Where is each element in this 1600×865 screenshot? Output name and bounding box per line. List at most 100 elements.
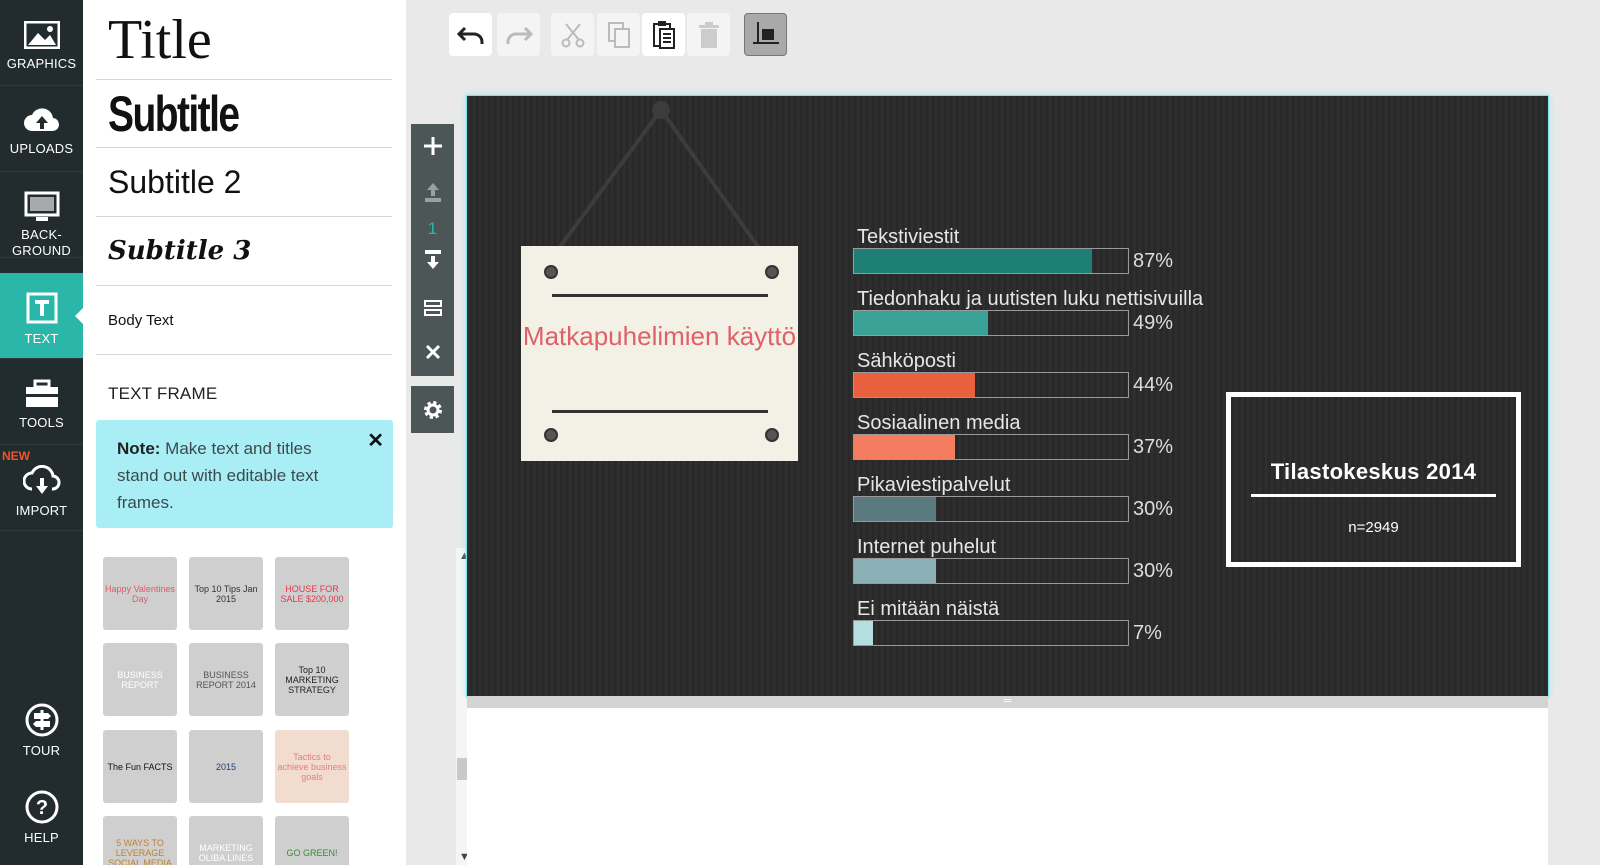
bar-track[interactable] <box>853 248 1129 274</box>
undo-button[interactable] <box>449 13 492 56</box>
sample-size[interactable]: n=2949 <box>1231 519 1516 536</box>
cut-button[interactable] <box>551 13 594 56</box>
move-down-icon <box>424 250 441 269</box>
template-thumbnail[interactable]: 5 WAYS TO LEVERAGE SOCIAL MEDIA <box>103 816 177 865</box>
bar-label[interactable]: Tekstiviestit <box>857 226 959 249</box>
help-icon: ? <box>0 790 83 824</box>
template-thumbnail[interactable]: Tactics to achieve business goals <box>275 730 349 803</box>
bar-label[interactable]: Ei mitään näistä <box>857 598 999 621</box>
bar-value[interactable]: 30% <box>1133 498 1173 521</box>
bar-label[interactable]: Tiedonhaku ja uutisten luku nettisivuill… <box>857 288 1203 311</box>
page-settings-button[interactable] <box>411 286 454 330</box>
rail-text-label: TEXT <box>24 331 59 346</box>
infographic-slide[interactable]: Matkapuhelimien käyttö Tekstiviestit 87% T… <box>467 96 1548 696</box>
slide-resize-handle[interactable]: ═ <box>467 696 1548 708</box>
bar-label[interactable]: Pikaviestipalvelut <box>857 474 1010 497</box>
bar-value[interactable]: 37% <box>1133 436 1173 459</box>
bar-fill <box>854 559 936 583</box>
rail-import-label: IMPORT <box>15 503 68 518</box>
select-tool-button[interactable] <box>744 13 787 56</box>
bar-track[interactable] <box>853 434 1129 460</box>
note-box: Note: Make text and titles stand out wit… <box>96 420 393 528</box>
bar-label[interactable]: Sosiaalinen media <box>857 412 1020 435</box>
bar-label[interactable]: Sähköposti <box>857 350 956 373</box>
text-style-title[interactable]: Title <box>96 0 392 80</box>
bar-fill <box>854 497 936 521</box>
bar-fill <box>854 621 873 645</box>
source-title[interactable]: Tilastokeskus 2014 <box>1231 459 1516 485</box>
template-thumbnail[interactable]: Top 10 MARKETING STRATEGY <box>275 643 349 716</box>
close-icon[interactable]: ✕ <box>367 428 384 455</box>
page-number: 1 <box>427 219 438 238</box>
bar-track[interactable] <box>853 558 1129 584</box>
bar-value[interactable]: 44% <box>1133 374 1173 397</box>
template-thumbnail[interactable]: The Fun FACTS <box>103 730 177 803</box>
settings-button[interactable] <box>411 386 454 433</box>
template-thumbnail-label: Top 10 Tips Jan 2015 <box>194 583 258 604</box>
template-thumbnail[interactable]: 2015 <box>189 730 263 803</box>
bar-track[interactable] <box>853 620 1129 646</box>
template-thumbnail-label: BUSINESS REPORT 2014 <box>196 669 256 690</box>
bar-track[interactable] <box>853 496 1129 522</box>
canvas-side-tools: 1 <box>411 124 454 376</box>
title-sign[interactable]: Matkapuhelimien käyttö <box>521 246 798 461</box>
rail-background[interactable]: BACK- GROUND <box>0 172 83 258</box>
template-thumbnail[interactable]: BUSINESS REPORT <box>103 643 177 716</box>
bar-value[interactable]: 49% <box>1133 312 1173 335</box>
template-thumbnail-label: Top 10 MARKETING STRATEGY <box>285 664 339 695</box>
bar-value[interactable]: 30% <box>1133 560 1173 583</box>
template-thumbnail[interactable]: MARKETING OLIBA LINES <box>189 816 263 865</box>
text-style-body[interactable]: Body Text <box>96 286 392 355</box>
bar-label[interactable]: Internet puhelut <box>857 536 996 559</box>
move-page-up-button[interactable] <box>411 170 454 214</box>
move-up-icon <box>424 183 441 202</box>
paste-button[interactable] <box>642 13 685 56</box>
bar-fill <box>854 373 975 397</box>
bar-value[interactable]: 7% <box>1133 622 1162 645</box>
rail-graphics-label: GRAPHICS <box>6 56 77 71</box>
rail-import[interactable]: NEW IMPORT <box>0 445 83 531</box>
redo-button[interactable] <box>497 13 540 56</box>
text-style-subtitle[interactable]: Subtitle <box>96 80 392 148</box>
rail-help[interactable]: ? HELP <box>0 780 83 865</box>
template-thumbnail-label: BUSINESS REPORT <box>117 669 163 690</box>
sign-title[interactable]: Matkapuhelimien käyttö <box>521 323 798 349</box>
select-icon <box>752 21 779 44</box>
add-page-button[interactable] <box>411 124 454 168</box>
redo-icon <box>506 26 533 44</box>
divider <box>552 294 768 297</box>
rail-graphics[interactable]: GRAPHICS <box>0 0 83 86</box>
undo-icon <box>456 26 483 44</box>
text-style-subtitle-3[interactable]: Subtitle 3 <box>96 217 392 286</box>
new-badge: NEW <box>2 449 30 463</box>
bar-fill <box>854 435 955 459</box>
rail-uploads[interactable]: UPLOADS <box>0 86 83 172</box>
gear-icon <box>423 400 442 419</box>
text-panel: Title Subtitle Subtitle 2 Subtitle 3 Bod… <box>83 0 473 865</box>
move-page-down-button[interactable] <box>411 238 454 282</box>
template-thumbnail-label: Happy Valentines Day <box>105 583 175 604</box>
delete-page-button[interactable] <box>411 330 454 374</box>
bar-track[interactable] <box>853 372 1129 398</box>
delete-button[interactable] <box>687 13 730 56</box>
template-thumbnail[interactable]: Happy Valentines Day <box>103 557 177 630</box>
text-icon <box>0 291 83 325</box>
rail-help-label: HELP <box>24 830 59 845</box>
source-box[interactable]: Tilastokeskus 2014 n=2949 <box>1226 392 1521 567</box>
template-thumbnail[interactable]: HOUSE FOR SALE $200,000 <box>275 557 349 630</box>
rail-tools[interactable]: TOOLS <box>0 359 83 445</box>
text-style-subtitle-2[interactable]: Subtitle 2 <box>96 148 392 217</box>
copy-button[interactable] <box>597 13 640 56</box>
template-thumbnail[interactable]: GO GREEN! <box>275 816 349 865</box>
bar-value[interactable]: 87% <box>1133 250 1173 273</box>
bar-track[interactable] <box>853 310 1129 336</box>
screw-icon <box>765 265 779 279</box>
divider <box>552 410 768 413</box>
left-nav-rail: GRAPHICS UPLOADS BACK- GROUND TEXT TOOLS… <box>0 0 84 865</box>
bar-fill <box>854 311 988 335</box>
template-thumbnail-label: GO GREEN! <box>286 847 338 858</box>
template-thumbnail[interactable]: Top 10 Tips Jan 2015 <box>189 557 263 630</box>
rail-text[interactable]: TEXT <box>0 273 84 359</box>
rail-tour[interactable]: TOUR <box>0 693 83 779</box>
template-thumbnail[interactable]: BUSINESS REPORT 2014 <box>189 643 263 716</box>
